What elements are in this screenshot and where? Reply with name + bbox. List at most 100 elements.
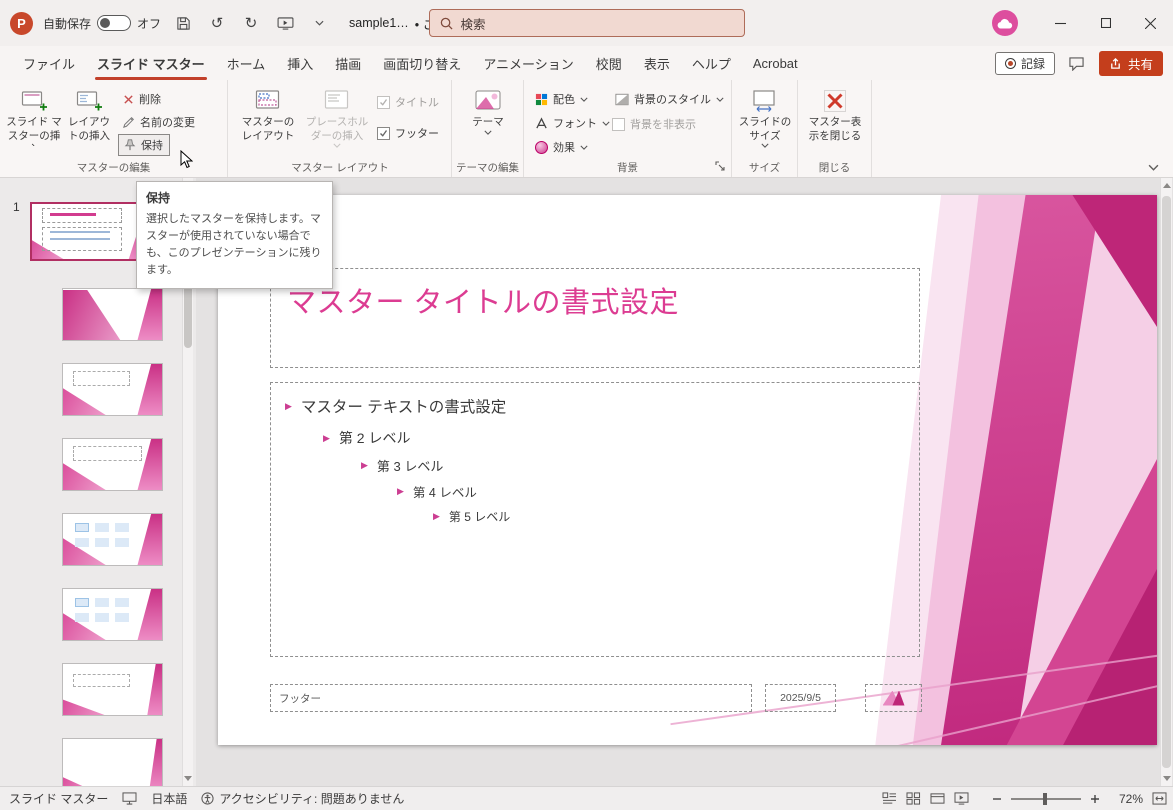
normal-view-button[interactable]	[882, 792, 897, 805]
redo-button[interactable]: ↻	[239, 11, 263, 35]
language-button[interactable]: 日本語	[151, 790, 187, 807]
document-name: sample1…	[349, 16, 409, 30]
delete-button[interactable]: 削除	[118, 88, 166, 110]
preserve-button[interactable]: 保持	[118, 134, 170, 156]
body-placeholder[interactable]: ▶ マスター テキストの書式設定 ▶ 第 2 レベル ▶ 第 3 レベル ▶ 第…	[270, 382, 920, 657]
effects-button[interactable]: 効果	[530, 136, 593, 158]
bullet-text: 第 4 レベル	[413, 482, 477, 501]
reading-view-button[interactable]	[930, 792, 945, 805]
group-label-edit-theme: テーマの編集	[452, 160, 523, 175]
start-slideshow-button[interactable]	[273, 11, 297, 35]
ribbon-tabs: ファイル スライド マスター ホーム 挿入 描画 画面切り替え アニメーション …	[0, 46, 809, 80]
title-placeholder[interactable]: マスター タイトルの書式設定	[270, 268, 920, 368]
scrollbar-thumb[interactable]	[1162, 196, 1171, 768]
zoom-in-button[interactable]	[1090, 794, 1100, 804]
undo-button[interactable]: ↺	[205, 11, 229, 35]
share-button[interactable]: 共有	[1099, 51, 1163, 76]
slide-size-button[interactable]: スライドのサイズ	[738, 83, 792, 161]
effects-label: 効果	[553, 139, 575, 155]
footer-text: フッター	[279, 691, 321, 706]
preserve-label: 保持	[141, 137, 163, 153]
footer-checkbox[interactable]: フッター	[377, 125, 439, 141]
chevron-down-icon	[761, 143, 769, 148]
insert-placeholder-icon	[324, 86, 350, 116]
zoom-out-button[interactable]	[992, 794, 1002, 804]
normal-view-icon	[882, 792, 897, 805]
canvas-scrollbar[interactable]	[1160, 178, 1172, 786]
fonts-icon	[535, 117, 548, 130]
customize-qat-button[interactable]	[307, 11, 331, 35]
chevron-down-icon	[484, 130, 492, 135]
tab-file[interactable]: ファイル	[23, 46, 75, 80]
zoom-slider-knob[interactable]	[1043, 793, 1047, 805]
master-title-text: マスター タイトルの書式設定	[287, 279, 903, 321]
slide-number-label: 1	[13, 200, 20, 214]
rename-button[interactable]: 名前の変更	[118, 111, 200, 133]
tab-insert[interactable]: 挿入	[287, 46, 313, 80]
ribbon: スライド マスターの挿入 レイアウトの挿入 削除 名前の変更 保持 マスターの編…	[0, 80, 1173, 178]
insert-placeholder-button: プレースホルダーの挿入	[301, 83, 373, 161]
powerpoint-icon[interactable]: P	[10, 12, 33, 35]
insert-slide-master-button[interactable]: スライド マスターの挿入	[6, 83, 62, 161]
tab-draw[interactable]: 描画	[335, 46, 361, 80]
master-layout-button[interactable]: マスターのレイアウト	[239, 83, 297, 161]
tab-view[interactable]: 表示	[644, 46, 670, 80]
search-icon	[440, 17, 453, 30]
record-button[interactable]: 記録	[995, 52, 1055, 75]
autosave-control[interactable]: 自動保存 オフ	[43, 15, 161, 32]
layout-thumbnail[interactable]	[62, 438, 163, 491]
scroll-up-arrow-icon[interactable]	[1161, 183, 1172, 188]
display-settings-icon[interactable]	[122, 792, 137, 805]
layout-thumbnail[interactable]	[62, 738, 163, 791]
scroll-down-arrow-icon[interactable]	[1161, 776, 1172, 781]
tab-review[interactable]: 校閲	[596, 46, 622, 80]
tab-help[interactable]: ヘルプ	[692, 46, 731, 80]
footer-placeholder[interactable]: フッター	[270, 684, 752, 712]
background-styles-button[interactable]: 背景のスタイル	[610, 88, 729, 110]
layout-thumbnail[interactable]	[62, 513, 163, 566]
bullet-marker-icon: ▶	[285, 401, 292, 412]
group-edit-theme: テーマ テーマの編集	[452, 80, 524, 177]
close-button[interactable]	[1128, 0, 1173, 46]
minimize-button[interactable]	[1038, 0, 1083, 46]
collapse-ribbon-button[interactable]	[1148, 164, 1159, 171]
fit-to-window-icon	[1152, 792, 1167, 805]
group-background: 配色 フォント 効果 背景のスタイル 背景を非表示	[524, 80, 732, 177]
fonts-button[interactable]: フォント	[530, 112, 615, 134]
zoom-percentage[interactable]: 72%	[1109, 792, 1143, 806]
insert-layout-button[interactable]: レイアウトの挿入	[64, 83, 114, 161]
fit-slide-to-window-button[interactable]	[1152, 792, 1167, 805]
layout-thumbnail[interactable]	[62, 588, 163, 641]
preserve-tooltip: 保持 選択したマスターを保持します。マスターが使用されていない場合でも、このプレ…	[136, 181, 333, 289]
tooltip-title: 保持	[146, 189, 323, 206]
scroll-down-arrow-icon[interactable]	[183, 776, 193, 781]
chevron-down-icon	[580, 97, 588, 102]
slideshow-view-button[interactable]	[954, 792, 969, 805]
date-placeholder[interactable]: 2025/9/5	[765, 684, 836, 712]
themes-button[interactable]: テーマ	[460, 83, 516, 161]
tab-slide-master[interactable]: スライド マスター	[97, 46, 205, 80]
tab-home[interactable]: ホーム	[227, 46, 266, 80]
zoom-slider[interactable]	[1011, 798, 1081, 800]
save-button[interactable]	[171, 11, 195, 35]
search-input[interactable]: 検索	[429, 9, 745, 37]
slide-sorter-view-button[interactable]	[906, 792, 921, 805]
comments-button[interactable]	[1065, 51, 1089, 75]
close-master-view-button[interactable]: マスター表示を閉じる	[806, 83, 864, 161]
colors-button[interactable]: 配色	[530, 88, 593, 110]
layout-thumbnail[interactable]	[62, 288, 163, 341]
tab-transitions[interactable]: 画面切り替え	[383, 46, 461, 80]
maximize-icon	[1101, 18, 1111, 28]
tab-acrobat[interactable]: Acrobat	[753, 46, 798, 80]
layout-thumbnail[interactable]	[62, 663, 163, 716]
slide-editing-surface[interactable]: マスター タイトルの書式設定 ▶ マスター テキストの書式設定 ▶ 第 2 レベ…	[218, 195, 1157, 745]
tab-animations[interactable]: アニメーション	[483, 46, 573, 80]
comment-icon	[1068, 56, 1085, 71]
accessibility-status[interactable]: アクセシビリティ: 問題ありません	[201, 790, 404, 807]
layout-thumbnail[interactable]	[62, 363, 163, 416]
account-cloud-icon[interactable]	[992, 10, 1018, 36]
slide-number-placeholder[interactable]	[865, 684, 922, 712]
bullet-marker-icon: ▶	[323, 433, 330, 444]
maximize-button[interactable]	[1083, 0, 1128, 46]
autosave-toggle[interactable]	[97, 15, 131, 31]
